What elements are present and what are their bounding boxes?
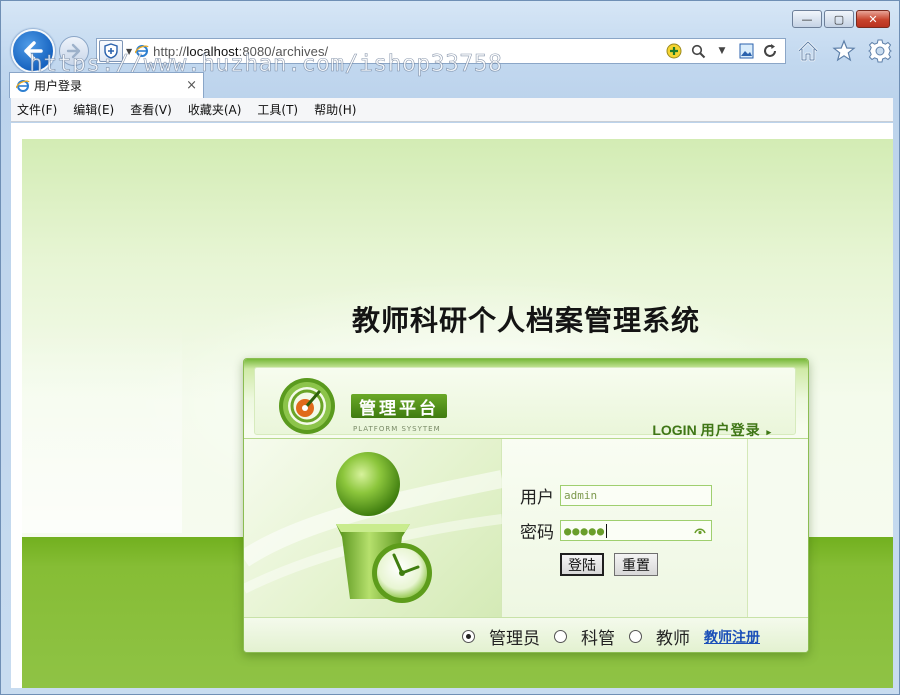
menu-file[interactable]: 文件(F) [17,101,57,118]
menu-tools[interactable]: 工具(T) [257,101,298,118]
role-research-manager[interactable]: 科管 [554,624,615,649]
close-tab-icon[interactable]: × [186,78,197,93]
password-input[interactable]: ●●●●● [560,520,712,541]
panel-header: 管理平台 PLATFORM SYSYTEM LOGIN 用户登录 ▸ [244,359,808,439]
role-teacher[interactable]: 教师 [629,624,690,649]
ie-tab-icon [16,79,30,92]
page-title: 教师科研个人档案管理系统 [351,304,700,337]
forward-arrow-icon [66,43,81,59]
illustration-area [244,439,504,617]
login-form: 用户 admin 密码 ●●●●● 登陆 重置 [502,439,748,617]
panel-side-strip [748,439,808,617]
login-panel: 管理平台 PLATFORM SYSYTEM LOGIN 用户登录 ▸ 用户 ad… [243,358,809,653]
brand-subtitle: PLATFORM SYSYTEM [353,425,441,433]
triangle-right-icon: ▸ [766,427,771,437]
password-label: 密码 [520,523,554,543]
background-left-shade [22,323,182,533]
login-en-label: LOGIN [652,422,697,438]
address-url[interactable]: http://localhost:8080/archives/ [153,44,328,59]
role-admin[interactable]: 管理员 [462,624,540,649]
favorites-add-button[interactable] [99,40,123,62]
panel-header-inner: 管理平台 PLATFORM SYSYTEM LOGIN 用户登录 ▸ [254,367,796,439]
compatibility-icon [666,43,682,59]
tab-title: 用户登录 [34,79,83,93]
close-window-button[interactable]: ✕ [856,10,890,28]
username-label: 用户 [520,488,554,508]
window-controls: — ▢ ✕ [792,10,890,28]
login-button[interactable]: 登陆 [560,553,604,576]
platform-logo-icon [279,378,335,434]
page-viewport: 教师科研个人档案管理系统 管理平台 PLATFORM SYSYTEM LOGIN… [11,123,893,688]
dropdown-chevron-icon[interactable]: ▼ [713,42,731,60]
address-bar[interactable]: ▼ http://localhost:8080/archives/ ▼ [96,38,786,64]
password-mask: ●●●●● [564,523,606,538]
menu-view[interactable]: 查看(V) [130,101,172,118]
password-row: 密码 ●●●●● [520,518,712,543]
login-header-label: LOGIN 用户登录 ▸ [652,420,771,440]
browser-window: — ▢ ✕ ▼ http://localhost:8080/archives/ [0,0,900,695]
role-selector: 管理员 科管 教师 教师注册 [244,617,808,652]
reset-button[interactable]: 重置 [614,553,658,576]
login-cn-label: 用户登录 [700,423,761,439]
role-teacher-radio[interactable] [629,630,642,643]
teacher-register-link[interactable]: 教师注册 [704,627,760,647]
maximize-button[interactable]: ▢ [824,10,854,28]
username-row: 用户 admin [520,483,712,508]
menu-favorites[interactable]: 收藏夹(A) [188,101,242,118]
forward-button[interactable] [59,36,89,66]
chevron-down-icon[interactable]: ▼ [126,47,132,56]
text-caret [606,523,608,538]
ie-page-icon [135,45,149,57]
minimize-button[interactable]: — [792,10,822,28]
gear-icon[interactable] [866,37,894,65]
form-buttons: 登陆 重置 [560,553,658,576]
page-image-icon[interactable] [737,42,755,60]
refresh-icon[interactable] [761,42,779,60]
home-icon[interactable] [794,37,822,65]
back-arrow-icon [24,41,43,61]
role-admin-label: 管理员 [489,629,540,649]
search-icon[interactable] [689,42,707,60]
menu-help[interactable]: 帮助(H) [314,101,356,118]
back-button[interactable] [11,29,55,73]
brand-label: 管理平台 [359,398,439,419]
brand-badge: 管理平台 [351,394,447,419]
shield-plus-icon [104,43,118,59]
tab-login[interactable]: 用户登录 × [9,72,204,98]
role-research-manager-radio[interactable] [554,630,567,643]
username-value: admin [564,489,598,502]
role-research-manager-label: 科管 [581,629,615,649]
menu-bar: 文件(F) 编辑(E) 查看(V) 收藏夹(A) 工具(T) 帮助(H) [11,98,893,122]
role-admin-radio[interactable] [462,630,475,643]
username-input[interactable]: admin [560,485,712,506]
user-clock-illustration [244,452,504,603]
compat-icon[interactable] [665,42,683,60]
role-teacher-label: 教师 [656,629,690,649]
menu-edit[interactable]: 编辑(E) [73,101,114,118]
reveal-password-icon[interactable] [694,527,706,535]
favorites-star-icon[interactable] [830,37,858,65]
